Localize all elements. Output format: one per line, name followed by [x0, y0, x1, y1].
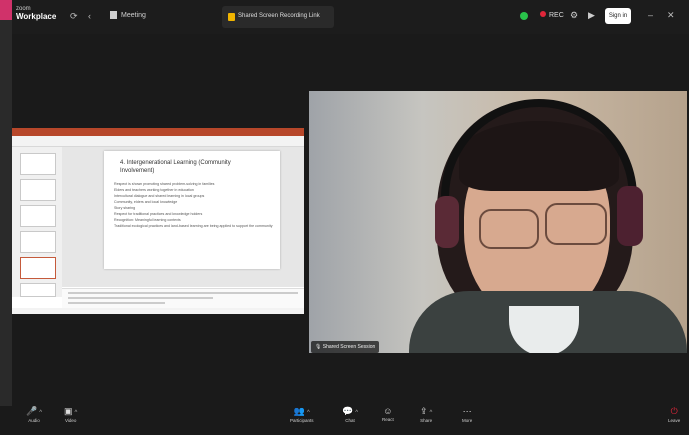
- slide-bullets: Respect is shown promoting shared proble…: [114, 181, 274, 229]
- chevron-up-icon[interactable]: ^: [75, 410, 78, 416]
- participant-video[interactable]: [309, 91, 687, 353]
- headphone-cup-left: [435, 196, 459, 248]
- share-label: Share: [420, 418, 433, 423]
- left-edge-strip: [0, 0, 12, 435]
- mute-label: Audio: [28, 418, 40, 423]
- chat-label: Chat: [345, 418, 355, 423]
- video-label: Video: [64, 418, 77, 423]
- accent-strip: [0, 0, 12, 20]
- tab-meeting[interactable]: Meeting: [110, 11, 146, 19]
- mic-muted-icon: 🎙: [315, 344, 322, 350]
- more-icon: ⋯: [462, 406, 472, 416]
- chevron-up-icon[interactable]: ^: [307, 410, 310, 416]
- react-label: React: [382, 417, 394, 422]
- mic-icon: 🎤: [26, 406, 38, 416]
- ppt-status-bar: [12, 308, 304, 314]
- chevron-up-icon[interactable]: ^: [430, 410, 433, 416]
- slide: 4. Intergenerational Learning (Community…: [104, 151, 280, 269]
- mute-button[interactable]: 🎤 ^ Audio: [26, 406, 42, 423]
- slide-canvas: 4. Intergenerational Learning (Community…: [62, 147, 304, 287]
- share-button[interactable]: ⇪ ^ Share: [420, 406, 432, 423]
- react-icon: ☺: [383, 406, 393, 416]
- info-icon[interactable]: ▶: [588, 10, 595, 21]
- more-button[interactable]: ⋯ More: [462, 406, 472, 423]
- sign-in-button[interactable]: Sign in: [605, 8, 631, 24]
- headphone-cup-right: [617, 186, 643, 246]
- headphone-band: [441, 99, 637, 219]
- chevron-up-icon[interactable]: ^: [355, 410, 358, 416]
- slide-bullet: Traditional ecological practices and lan…: [114, 224, 273, 228]
- slide-title: 4. Intergenerational Learning (Community…: [120, 160, 231, 174]
- ppt-ribbon: [12, 136, 304, 147]
- close-icon[interactable]: ✕: [667, 10, 675, 21]
- leave-label: Leave: [668, 418, 681, 423]
- minimize-icon[interactable]: –: [648, 10, 653, 20]
- ppt-title-bar: [12, 128, 304, 136]
- chat-icon: 💬: [342, 406, 354, 416]
- history-icon[interactable]: ⟳: [70, 11, 78, 22]
- slide-thumbnail[interactable]: [20, 179, 56, 201]
- share-screen-icon: ⇪: [420, 406, 428, 416]
- slide-thumbnail-selected[interactable]: [20, 257, 56, 279]
- participants-label: Participants: [290, 418, 314, 423]
- folder-icon: [228, 13, 235, 21]
- record-indicator[interactable]: REC: [540, 11, 564, 19]
- phone-icon: [110, 11, 117, 19]
- speaker-notes: [62, 288, 304, 309]
- chat-button[interactable]: 💬 ^ Chat: [342, 406, 358, 423]
- shared-screen[interactable]: 4. Intergenerational Learning (Community…: [12, 128, 304, 314]
- connection-status-icon[interactable]: [520, 12, 528, 20]
- tab-shared-screen-label: Shared Screen Recording Link: [238, 13, 320, 19]
- camera-icon: ▣: [64, 406, 73, 416]
- participants-icon: 👥: [293, 406, 305, 416]
- glasses-right: [545, 203, 607, 245]
- record-label: REC: [549, 12, 564, 19]
- react-button[interactable]: ☺ React: [382, 406, 394, 422]
- slide-thumbnail[interactable]: [20, 153, 56, 175]
- slide-thumbnail[interactable]: [20, 205, 56, 227]
- brand-name: Workplace: [16, 12, 57, 21]
- title-bar: [0, 0, 689, 34]
- tab-shared-screen[interactable]: Shared Screen Recording Link: [222, 6, 334, 28]
- slide-thumbnail[interactable]: [20, 283, 56, 297]
- participant-name-badge: 🎙 Shared Screen Session: [311, 341, 380, 353]
- glasses-left: [479, 209, 539, 249]
- record-dot-icon: [540, 11, 546, 17]
- app-brand: zoom Workplace: [16, 6, 57, 21]
- more-label: More: [462, 418, 473, 423]
- back-icon[interactable]: ‹: [88, 11, 91, 21]
- leave-icon: ⏻: [670, 406, 678, 416]
- slide-thumbnail[interactable]: [20, 231, 56, 253]
- video-collar: [509, 306, 579, 353]
- leave-button[interactable]: ⏻ Leave: [668, 406, 680, 423]
- chevron-up-icon[interactable]: ^: [39, 410, 42, 416]
- slide-thumbnails: [12, 147, 62, 297]
- video-button[interactable]: ▣ ^ Video: [64, 406, 77, 423]
- tab-meeting-label: Meeting: [121, 11, 146, 19]
- participant-name: Shared Screen Session: [322, 344, 376, 350]
- participants-button[interactable]: 👥 ^ Participants: [290, 406, 314, 423]
- settings-icon[interactable]: ⚙: [570, 10, 578, 21]
